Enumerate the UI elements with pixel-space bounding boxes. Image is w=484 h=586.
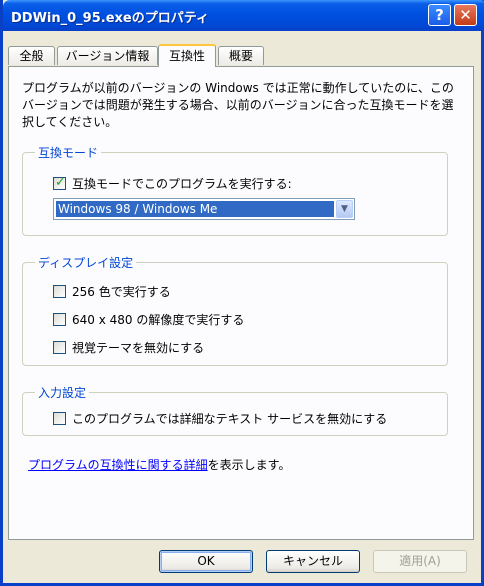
compat-os-select[interactable]: Windows 98 / Windows Me ▼ [53, 198, 355, 220]
tab-version-info[interactable]: バージョン情報 [57, 46, 158, 65]
color-256-checkbox[interactable] [53, 285, 66, 298]
disable-text-services-label[interactable]: このプログラムでは詳細なテキスト サービスを無効にする [72, 410, 387, 427]
title-bar[interactable]: DDWin_0_95.exeのプロパティ ? ✕ [3, 0, 484, 31]
cancel-button[interactable]: キャンセル [266, 550, 360, 573]
tab-general[interactable]: 全般 [8, 46, 55, 65]
compat-mode-group [22, 152, 448, 236]
compatibility-help-link[interactable]: プログラムの互換性に関する詳細 [28, 458, 208, 472]
chevron-down-icon[interactable]: ▼ [336, 200, 353, 218]
tab-compatibility[interactable]: 互換性 [158, 44, 216, 67]
resolution-640-checkbox[interactable] [53, 313, 66, 326]
close-button[interactable]: ✕ [454, 4, 477, 26]
apply-button[interactable]: 適用(A) [373, 550, 467, 573]
disable-themes-checkbox[interactable] [53, 341, 66, 354]
compatibility-help-line: プログラムの互換性に関する詳細を表示します。 [28, 456, 290, 473]
window-title: DDWin_0_95.exeのプロパティ [11, 11, 209, 26]
compatibility-description: プログラムが以前のバージョンの Windows では正常に動作していたのに、この… [22, 81, 454, 129]
compat-mode-checkbox[interactable]: ✓ [53, 175, 66, 190]
help-button[interactable]: ? [428, 4, 451, 26]
disable-text-services-checkbox[interactable] [53, 412, 66, 425]
compatibility-help-suffix: を表示します。 [207, 458, 291, 472]
compat-os-selected-value: Windows 98 / Windows Me [56, 201, 334, 217]
color-256-label[interactable]: 256 色で実行する [72, 283, 171, 300]
checkmark-icon: ✓ [55, 175, 66, 190]
input-settings-legend: 入力設定 [35, 384, 90, 401]
disable-themes-label[interactable]: 視覚テーマを無効にする [72, 339, 204, 356]
ok-button[interactable]: OK [159, 550, 253, 573]
tab-summary[interactable]: 概要 [218, 46, 264, 65]
display-settings-legend: ディスプレイ設定 [35, 254, 137, 271]
compat-mode-checkbox-label[interactable]: 互換モードでこのプログラムを実行する: [72, 175, 292, 192]
resolution-640-label[interactable]: 640 x 480 の解像度で実行する [72, 311, 244, 328]
compat-mode-legend: 互換モード [35, 144, 102, 161]
